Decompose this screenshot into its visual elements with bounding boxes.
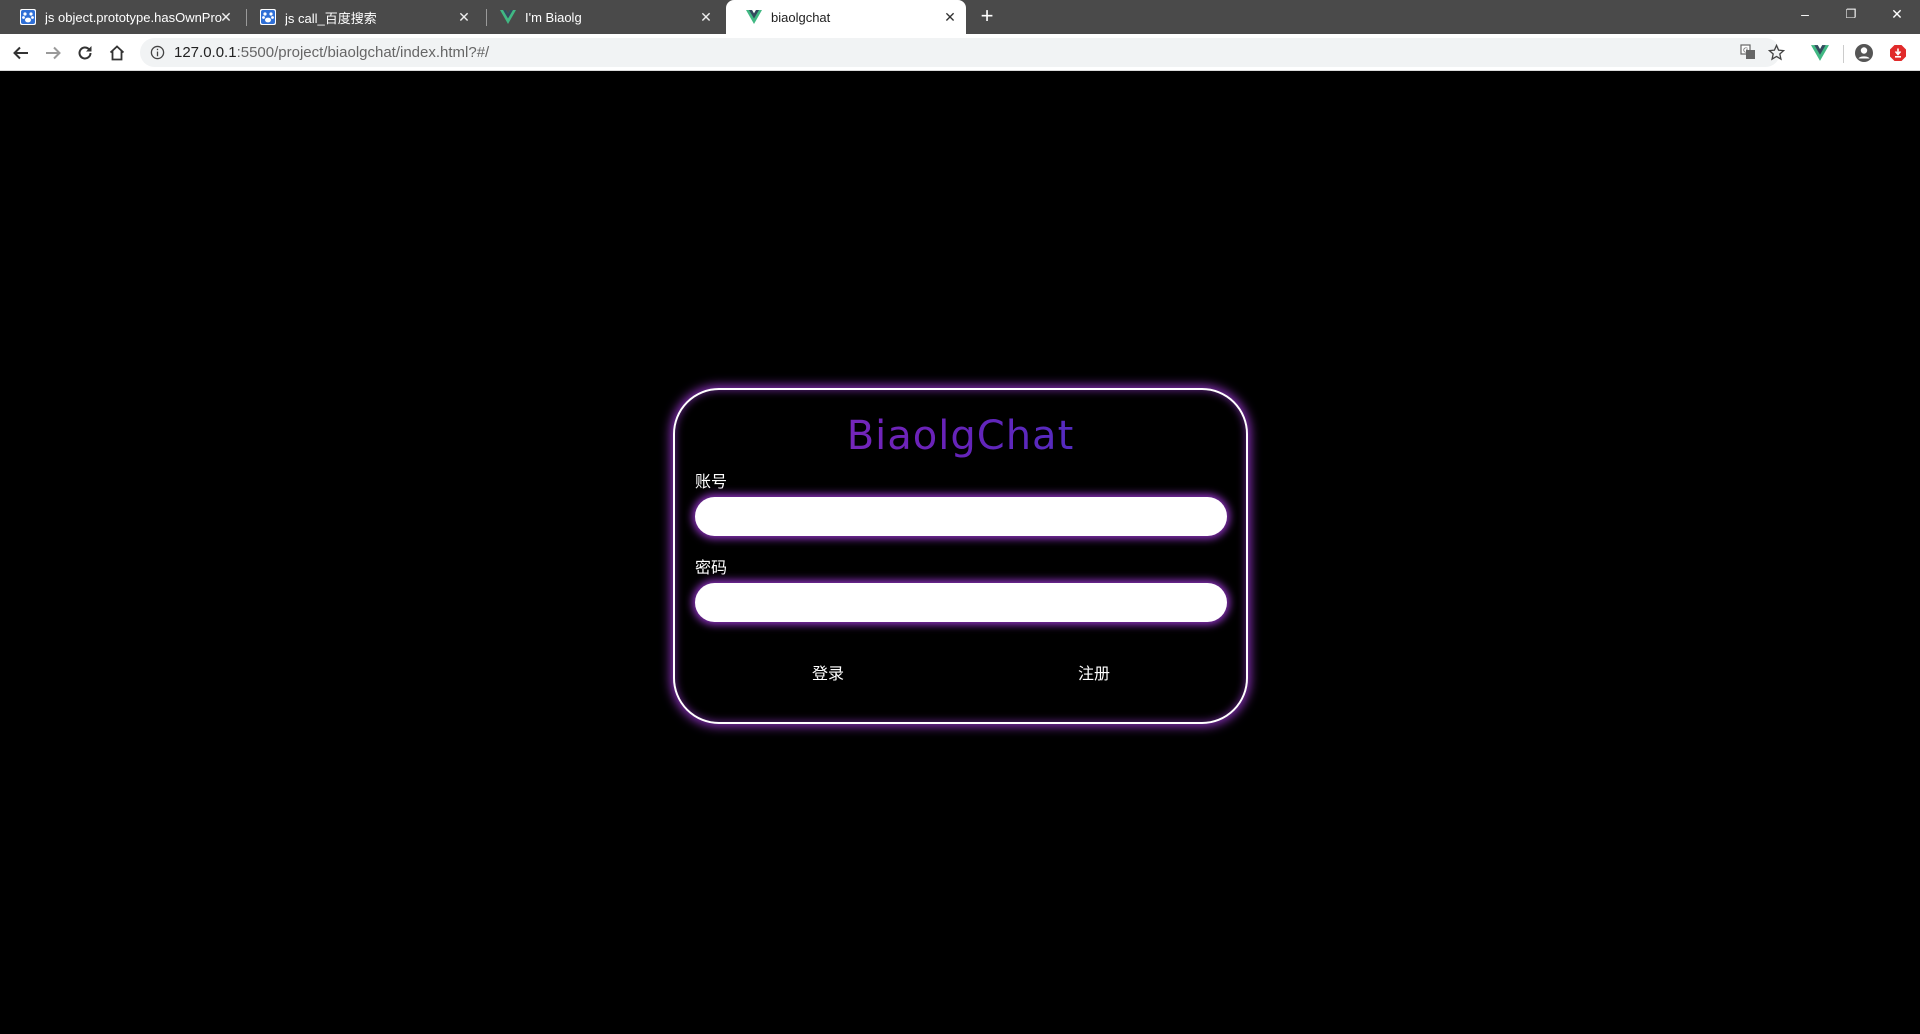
password-label: 密码 bbox=[695, 558, 728, 577]
register-button[interactable]: 注册 bbox=[1078, 660, 1110, 684]
extension-button[interactable] bbox=[1886, 41, 1910, 65]
bookmark-star-button[interactable] bbox=[1764, 40, 1788, 64]
close-icon[interactable]: ✕ bbox=[456, 9, 472, 25]
close-icon[interactable]: ✕ bbox=[698, 9, 714, 25]
svg-text:G: G bbox=[1743, 47, 1748, 55]
vue-logo-icon bbox=[1811, 45, 1829, 61]
window-close-button[interactable]: ✕ bbox=[1874, 0, 1920, 30]
url-path: :5500/project/biaolgchat/index.html?#/ bbox=[236, 44, 490, 61]
address-bar[interactable]: 127.0.0.1:5500/project/biaolgchat/index.… bbox=[140, 38, 1785, 67]
reload-button[interactable] bbox=[72, 40, 98, 66]
tab-title: I'm Biaolg bbox=[525, 9, 582, 25]
browser-tab[interactable]: I'm Biaolg ✕ bbox=[480, 0, 722, 34]
restore-button[interactable]: ❐ bbox=[1828, 0, 1874, 30]
back-button[interactable] bbox=[8, 40, 34, 66]
browser-tab-active[interactable]: biaolgchat ✕ bbox=[726, 0, 966, 34]
forward-button[interactable] bbox=[40, 40, 66, 66]
account-input[interactable] bbox=[695, 497, 1227, 536]
reload-icon bbox=[78, 46, 92, 60]
browser-tab[interactable]: js object.prototype.hasOwnPro ✕ bbox=[0, 0, 242, 34]
baidu-paw-icon bbox=[260, 9, 276, 25]
star-icon bbox=[1767, 43, 1785, 60]
home-button[interactable] bbox=[104, 40, 130, 66]
login-card: BiaolgChat 账号 密码 登录 注册 bbox=[673, 388, 1248, 724]
new-tab-button[interactable]: + bbox=[975, 5, 999, 29]
adblock-icon bbox=[1890, 45, 1906, 61]
baidu-paw-icon bbox=[20, 9, 36, 25]
tab-title: js object.prototype.hasOwnPro bbox=[45, 9, 223, 25]
minimize-button[interactable]: – bbox=[1782, 0, 1828, 30]
app-title: BiaolgChat bbox=[675, 413, 1246, 459]
url-text: 127.0.0.1:5500/project/biaolgchat/index.… bbox=[174, 44, 489, 61]
arrow-right-icon bbox=[46, 46, 61, 60]
tab-title: js call_百度搜索 bbox=[285, 10, 377, 26]
close-icon[interactable]: ✕ bbox=[218, 9, 234, 25]
browser-tab[interactable]: js call_百度搜索 ✕ bbox=[240, 0, 480, 34]
login-button[interactable]: 登录 bbox=[812, 660, 844, 684]
password-input[interactable] bbox=[695, 583, 1227, 622]
vue-logo-icon bbox=[500, 10, 516, 24]
arrow-left-icon bbox=[13, 46, 28, 60]
vue-logo-icon bbox=[746, 10, 762, 24]
toolbar-separator bbox=[1843, 45, 1844, 63]
close-icon[interactable]: ✕ bbox=[942, 9, 958, 25]
url-host: 127.0.0.1 bbox=[174, 44, 237, 61]
home-icon bbox=[109, 45, 125, 61]
vue-devtools-extension[interactable] bbox=[1808, 41, 1832, 65]
browser-toolbar: 127.0.0.1:5500/project/biaolgchat/index.… bbox=[0, 34, 1920, 71]
account-label: 账号 bbox=[695, 472, 728, 491]
tab-title: biaolgchat bbox=[771, 9, 831, 25]
profile-button[interactable] bbox=[1852, 41, 1876, 65]
translate-icon: G bbox=[1740, 44, 1755, 59]
translate-button[interactable]: G bbox=[1736, 40, 1760, 64]
info-icon[interactable] bbox=[150, 45, 165, 60]
account-circle-icon bbox=[1855, 44, 1873, 62]
browser-tab-strip: js object.prototype.hasOwnPro ✕ js call_… bbox=[0, 0, 1920, 34]
